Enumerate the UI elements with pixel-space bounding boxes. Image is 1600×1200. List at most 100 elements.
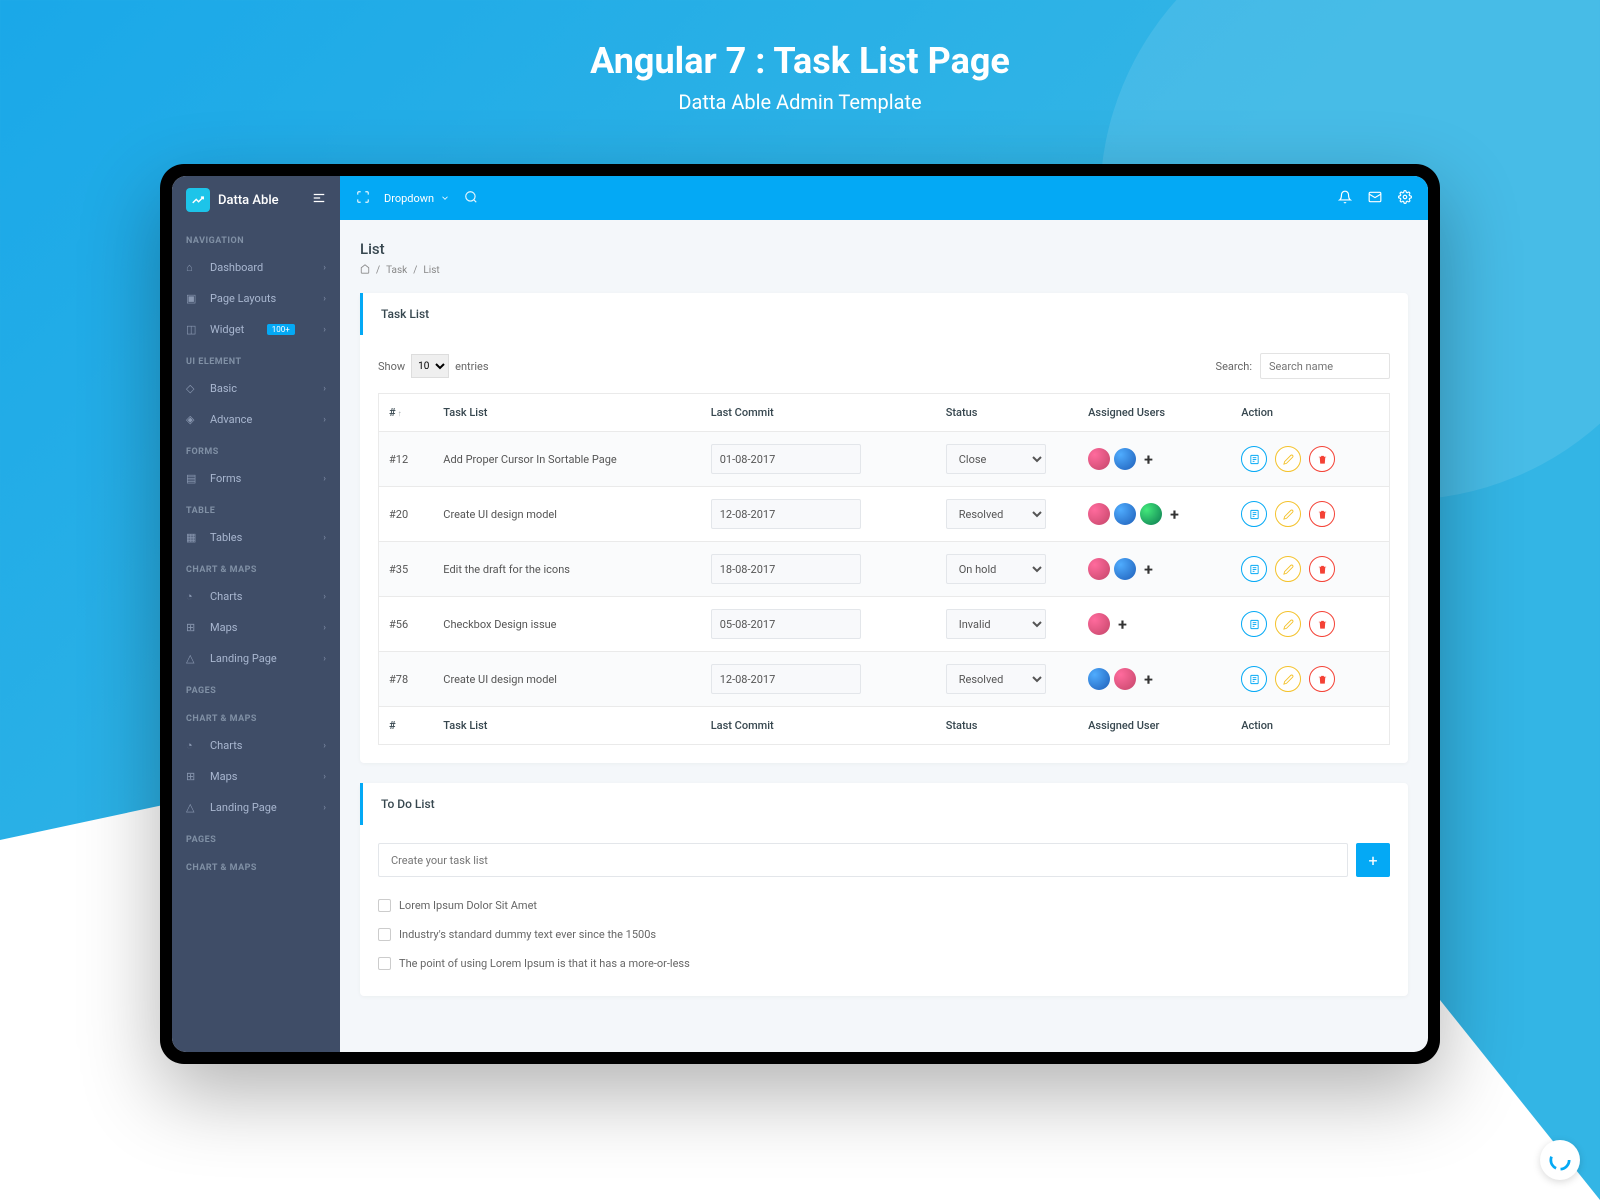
avatar[interactable] [1114, 448, 1136, 470]
add-user-button[interactable]: + [1170, 505, 1179, 524]
date-input[interactable] [711, 444, 861, 474]
table-header[interactable]: Action [1231, 394, 1389, 432]
todo-checkbox[interactable] [378, 928, 391, 941]
fullscreen-icon[interactable] [356, 190, 370, 207]
view-button[interactable] [1241, 666, 1267, 692]
row-id: #78 [379, 652, 434, 707]
chevron-right-icon: › [323, 474, 326, 484]
menu-toggle-icon[interactable] [312, 191, 326, 209]
delete-button[interactable] [1309, 501, 1335, 527]
date-input[interactable] [711, 609, 861, 639]
nav-section-label: PAGES [172, 674, 340, 702]
show-label: Show [378, 360, 405, 373]
add-user-button[interactable]: + [1118, 615, 1127, 634]
edit-button[interactable] [1275, 446, 1301, 472]
sidebar-item-charts[interactable]: ◔ Charts › [172, 730, 340, 761]
table-footer: # [379, 707, 434, 745]
status-select[interactable]: Close [946, 444, 1046, 474]
breadcrumb-task[interactable]: Task [386, 265, 407, 276]
avatar[interactable] [1140, 503, 1162, 525]
avatar[interactable] [1088, 503, 1110, 525]
nav-icon: △ [186, 801, 200, 814]
nav-label: Landing Page [210, 652, 277, 665]
table-header[interactable]: Status [936, 394, 1078, 432]
table-header[interactable]: Task List [433, 394, 700, 432]
avatar[interactable] [1088, 668, 1110, 690]
nav-label: Widget [210, 323, 244, 336]
delete-button[interactable] [1309, 556, 1335, 582]
avatar[interactable] [1088, 558, 1110, 580]
delete-button[interactable] [1309, 666, 1335, 692]
edit-button[interactable] [1275, 611, 1301, 637]
settings-icon[interactable] [1398, 190, 1412, 207]
chevron-right-icon: › [323, 263, 326, 273]
chevron-right-icon: › [323, 772, 326, 782]
sidebar-item-tables[interactable]: ▦ Tables › [172, 522, 340, 553]
add-user-button[interactable]: + [1144, 560, 1153, 579]
nav-icon: △ [186, 652, 200, 665]
sidebar-item-forms[interactable]: ▤ Forms › [172, 463, 340, 494]
avatar[interactable] [1114, 558, 1136, 580]
sidebar-item-widget[interactable]: ◫ Widget 100+ › [172, 314, 340, 345]
sidebar-item-page-layouts[interactable]: ▣ Page Layouts › [172, 283, 340, 314]
delete-button[interactable] [1309, 611, 1335, 637]
nav-badge: 100+ [267, 324, 295, 335]
avatar[interactable] [1114, 668, 1136, 690]
todo-card: To Do List + Lorem Ipsum Dolor Sit AmetI… [360, 783, 1408, 996]
add-user-button[interactable]: + [1144, 670, 1153, 689]
mail-icon[interactable] [1368, 190, 1382, 207]
chevron-right-icon: › [323, 415, 326, 425]
add-user-button[interactable]: + [1144, 450, 1153, 469]
delete-button[interactable] [1309, 446, 1335, 472]
view-button[interactable] [1241, 446, 1267, 472]
todo-add-button[interactable]: + [1356, 843, 1390, 877]
sidebar-item-maps[interactable]: ⊞ Maps › [172, 761, 340, 792]
status-select[interactable]: On hold [946, 554, 1046, 584]
status-select[interactable]: Invalid [946, 609, 1046, 639]
sidebar-item-dashboard[interactable]: ⌂ Dashboard › [172, 252, 340, 283]
row-task: Create UI design model [433, 487, 700, 542]
topbar-dropdown[interactable]: Dropdown [384, 192, 450, 205]
avatar[interactable] [1114, 503, 1136, 525]
avatar[interactable] [1088, 448, 1110, 470]
entries-select[interactable]: 10 [411, 354, 449, 378]
row-task: Checkbox Design issue [433, 597, 700, 652]
avatar[interactable] [1088, 613, 1110, 635]
bell-icon[interactable] [1338, 190, 1352, 207]
edit-button[interactable] [1275, 666, 1301, 692]
table-row: #12 Add Proper Cursor In Sortable Page C… [379, 432, 1390, 487]
table-header[interactable]: #↑ [379, 394, 434, 432]
todo-checkbox[interactable] [378, 899, 391, 912]
table-header[interactable]: Last Commit [701, 394, 936, 432]
view-button[interactable] [1241, 556, 1267, 582]
task-list-header: Task List [360, 293, 1408, 335]
row-id: #12 [379, 432, 434, 487]
todo-input[interactable] [378, 843, 1348, 877]
nav-label: Landing Page [210, 801, 277, 814]
nav-icon: ◈ [186, 413, 200, 426]
date-input[interactable] [711, 664, 861, 694]
status-select[interactable]: Resolved [946, 664, 1046, 694]
date-input[interactable] [711, 554, 861, 584]
chevron-right-icon: › [323, 325, 326, 335]
search-icon[interactable] [464, 190, 478, 207]
chevron-right-icon: › [323, 384, 326, 394]
status-select[interactable]: Resolved [946, 499, 1046, 529]
search-input[interactable] [1260, 353, 1390, 379]
table-header[interactable]: Assigned Users [1078, 394, 1231, 432]
sidebar-item-advance[interactable]: ◈ Advance › [172, 404, 340, 435]
sidebar-item-charts[interactable]: ◔ Charts › [172, 581, 340, 612]
view-button[interactable] [1241, 611, 1267, 637]
sidebar-item-landing-page[interactable]: △ Landing Page › [172, 792, 340, 823]
brand[interactable]: Datta Able [172, 176, 340, 224]
sidebar-item-basic[interactable]: ◇ Basic › [172, 373, 340, 404]
nav-section-label: TABLE [172, 494, 340, 522]
todo-checkbox[interactable] [378, 957, 391, 970]
edit-button[interactable] [1275, 556, 1301, 582]
home-icon[interactable] [360, 264, 370, 277]
sidebar-item-landing-page[interactable]: △ Landing Page › [172, 643, 340, 674]
view-button[interactable] [1241, 501, 1267, 527]
sidebar-item-maps[interactable]: ⊞ Maps › [172, 612, 340, 643]
edit-button[interactable] [1275, 501, 1301, 527]
date-input[interactable] [711, 499, 861, 529]
